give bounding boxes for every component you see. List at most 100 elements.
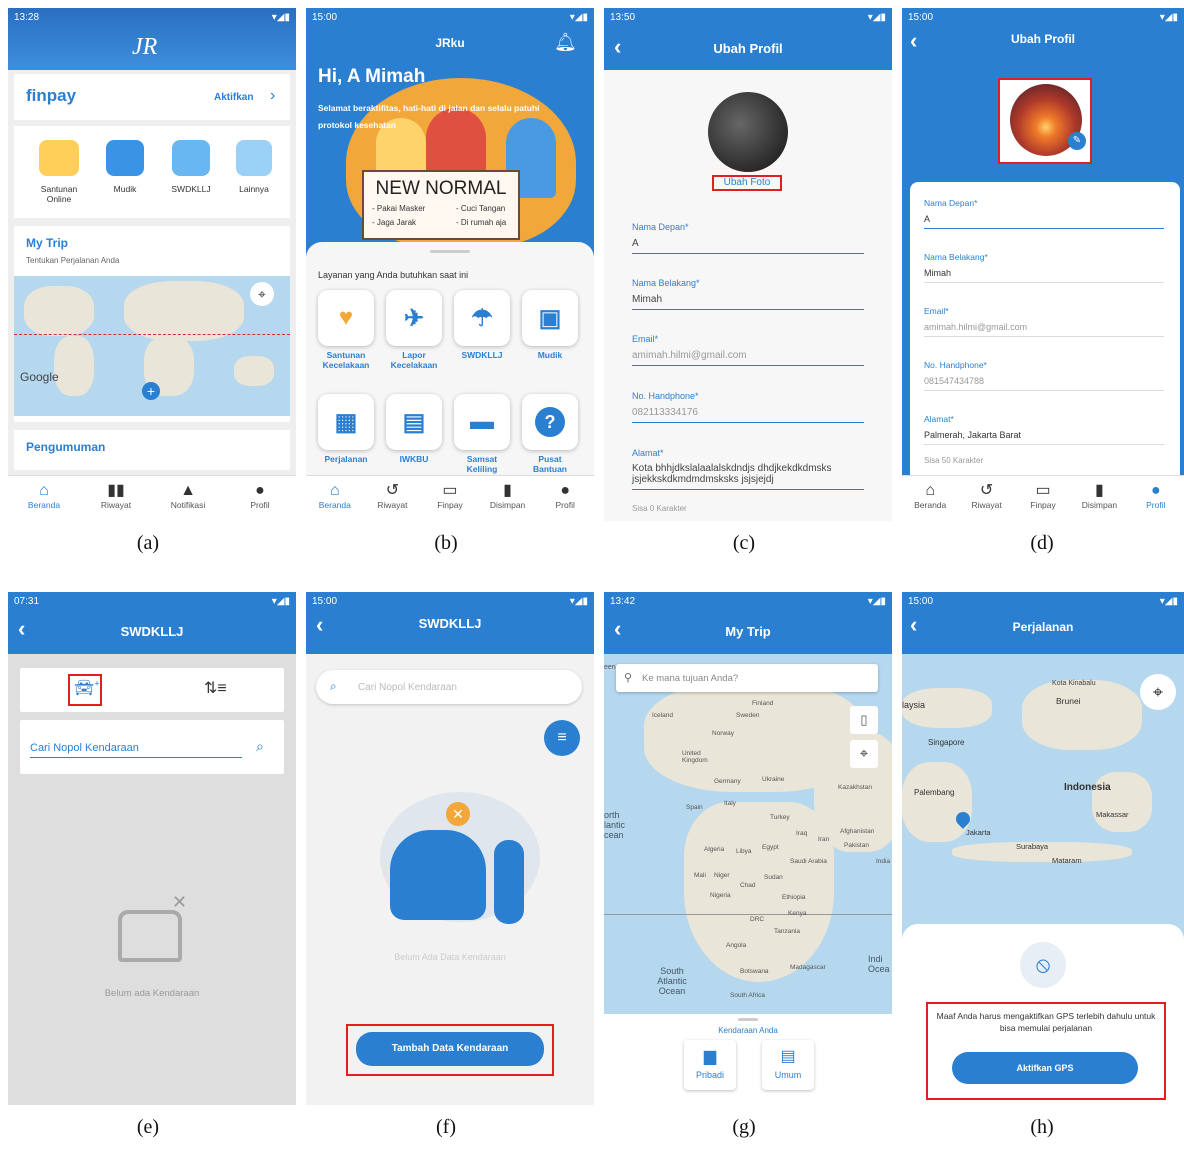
help-icon: ? xyxy=(522,394,578,450)
map-label: Mataram xyxy=(1052,856,1082,865)
page-title: SWDKLLJ xyxy=(418,616,482,631)
service-perjalanan[interactable]: ▦ Perjalanan xyxy=(318,394,374,464)
announcement-card: Pengumuman xyxy=(14,430,290,470)
mudik-icon[interactable] xyxy=(106,140,144,176)
map-layers-icon[interactable]: ▯ xyxy=(850,706,878,734)
change-photo-link[interactable]: Ubah Foto xyxy=(712,177,782,188)
search-bar[interactable]: ⌕ Cari Nopol Kendaraan xyxy=(316,670,582,704)
locate-icon[interactable]: ⌖ xyxy=(250,282,274,306)
add-vehicle-button[interactable]: Tambah Data Kendaraan xyxy=(356,1032,544,1066)
service-santunan[interactable]: ♥ Santunan Kecelakaan xyxy=(318,290,374,370)
drag-handle[interactable] xyxy=(738,1018,758,1021)
add-icon[interactable]: + xyxy=(142,382,160,400)
swdkllj-icon[interactable] xyxy=(172,140,210,176)
banner-item: - Jaga Jarak xyxy=(372,218,417,227)
email-field[interactable]: amimah.hilmi@gmail.com xyxy=(632,350,864,366)
service-swdkllj[interactable]: ☂ SWDKLLJ xyxy=(454,290,510,360)
map-label: Chad xyxy=(740,882,756,889)
sort-icon[interactable]: ⇅≡ xyxy=(204,678,227,698)
vehicle-pribadi[interactable]: ▆ Pribadi xyxy=(684,1040,736,1090)
finpay-card[interactable]: finpay Aktifkan › xyxy=(14,74,290,120)
nav-profil[interactable]: ● Profil xyxy=(224,476,296,521)
vehicle-name: Umum xyxy=(774,1070,802,1080)
service-iwkbu[interactable]: ▤ IWKBU xyxy=(386,394,442,464)
nav-riwayat[interactable]: ↺ Riwayat xyxy=(958,476,1014,521)
banner-title: NEW NORMAL xyxy=(375,178,507,199)
map-icon: ▦ xyxy=(318,394,374,450)
card-icon: ▭ xyxy=(442,482,458,499)
service-label: SWDKLLJ xyxy=(461,350,503,360)
nav-profil[interactable]: ● Profil xyxy=(536,476,594,521)
destination-search[interactable]: ⚲ Ke mana tujuan Anda? xyxy=(616,664,878,692)
vehicle-umum[interactable]: ▤ Umum xyxy=(762,1040,814,1090)
bell-icon[interactable]: 🔔︎ xyxy=(554,32,577,53)
edit-pencil-icon[interactable]: ✎ xyxy=(1068,132,1086,150)
last-name-field[interactable]: Mimah xyxy=(632,294,864,310)
search-input[interactable]: Ke mana tujuan Anda? xyxy=(642,673,738,684)
nav-beranda[interactable]: ⌂ Beranda xyxy=(902,476,958,521)
map-label: Brunei xyxy=(1056,696,1081,706)
search-input[interactable]: Cari Nopol Kendaraan xyxy=(358,682,457,693)
field-label: Nama Depan* xyxy=(924,198,978,208)
screen-c: 13:50 ▾◢▮ ‹ Ubah Profil Ubah Foto Nama D… xyxy=(604,8,892,521)
nav-riwayat[interactable]: ▮▮ Riwayat xyxy=(80,476,152,521)
service-samsat[interactable]: ▬ Samsat Keliling xyxy=(454,394,510,474)
address-field[interactable]: Palmerah, Jakarta Barat xyxy=(924,430,1164,445)
santunan-icon[interactable] xyxy=(39,140,79,176)
nav-beranda[interactable]: ⌂ Beranda xyxy=(306,476,364,521)
search-icon[interactable]: ⌕ xyxy=(256,738,264,755)
map-label: Singapore xyxy=(928,738,965,747)
map-label: Italy xyxy=(724,800,736,807)
profile-icon: ● xyxy=(560,482,570,499)
motorcycle-icon xyxy=(494,840,524,924)
address-field[interactable]: Kota bhhjdkslalaalalskdndjs dhdjkekdkdms… xyxy=(632,463,864,490)
search-input[interactable]: Cari Nopol Kendaraan xyxy=(30,742,242,758)
nav-finpay[interactable]: ▭ Finpay xyxy=(421,476,479,521)
more-grid-icon[interactable] xyxy=(236,140,272,176)
map-label: South Atlantic Ocean xyxy=(657,966,687,996)
drag-handle[interactable] xyxy=(430,250,470,253)
last-name-field[interactable]: Mimah xyxy=(924,268,1164,283)
enable-gps-button[interactable]: Aktifkan GPS xyxy=(952,1052,1138,1084)
service-mudik[interactable]: ▣ Mudik xyxy=(522,290,578,360)
vehicle-name: Pribadi xyxy=(695,1070,724,1080)
panel-a: 13:28 ▾◢▮ JR finpay Aktifkan › Santunan … xyxy=(0,0,296,574)
email-field[interactable]: amimah.hilmi@gmail.com xyxy=(924,322,1164,337)
locate-icon[interactable]: ⌖ xyxy=(1140,674,1176,710)
add-vehicle-icon[interactable]: 🚘︎+ xyxy=(74,678,100,698)
field-label: Nama Belakang* xyxy=(632,278,700,288)
phone-field[interactable]: 081547434788 xyxy=(924,376,1164,391)
toolbar-card: 🚘︎+ ⇅≡ xyxy=(20,668,284,712)
phone-field[interactable]: 082113334176 xyxy=(632,407,864,423)
nav-label: Finpay xyxy=(1030,500,1056,510)
bookmark-icon: ▮ xyxy=(1095,482,1104,499)
world-map[interactable]: Google + ⌖ xyxy=(14,276,290,416)
field-label: Email* xyxy=(632,334,659,344)
nav-beranda[interactable]: ⌂ Beranda xyxy=(8,476,80,521)
activate-link[interactable]: Aktifkan xyxy=(214,92,253,103)
nav-finpay[interactable]: ▭ Finpay xyxy=(1015,476,1071,521)
history-icon: ↺ xyxy=(979,482,994,499)
first-name-field[interactable]: A xyxy=(632,238,864,254)
profile-photo[interactable] xyxy=(708,92,788,172)
service-bantuan[interactable]: ? Pusat Bantuan xyxy=(522,394,578,474)
map-label: Finland xyxy=(752,700,774,707)
nav-disimpan[interactable]: ▮ Disimpan xyxy=(479,476,537,521)
first-name-field[interactable]: A xyxy=(924,214,1164,229)
welcome-message: Selamat beraktifitas, hati-hati di jalan… xyxy=(318,103,540,130)
map-label: Indonesia xyxy=(1064,782,1111,793)
empty-state-text: Belum ada Kendaraan xyxy=(104,988,200,999)
panel-h: 15:00 ▾◢▮ ‹ Perjalanan Kota Kinabalu lay… xyxy=(894,584,1184,1158)
map-label: laysia xyxy=(902,700,926,710)
sort-icon[interactable]: ≡ xyxy=(544,720,580,756)
history-icon: ↺ xyxy=(385,482,400,499)
locate-icon[interactable]: ⌖ xyxy=(850,740,878,768)
nav-notifikasi[interactable]: ▲ Notifikasi xyxy=(152,476,224,521)
heart-hand-icon: ♥ xyxy=(318,290,374,346)
nav-label: Profil xyxy=(250,500,270,510)
nav-riwayat[interactable]: ↺ Riwayat xyxy=(364,476,422,521)
nav-profil[interactable]: ● Profil xyxy=(1128,476,1184,521)
service-lapor[interactable]: ✈ Lapor Kecelakaan xyxy=(386,290,442,370)
nav-disimpan[interactable]: ▮ Disimpan xyxy=(1071,476,1127,521)
gps-sheet: ⦸ Maaf Anda harus mengaktifkan GPS terle… xyxy=(902,924,1184,1105)
